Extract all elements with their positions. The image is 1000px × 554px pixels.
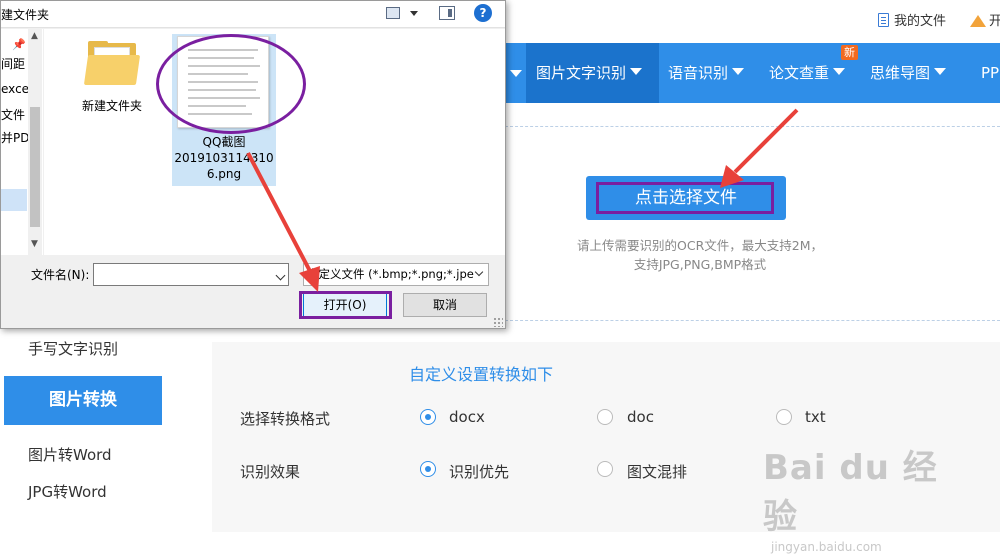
- scrollbar-thumb[interactable]: [30, 107, 40, 227]
- settings-title: 自定义设置转换如下: [408, 365, 553, 384]
- file-type-filter[interactable]: 自定义文件 (*.bmp;*.png;*.jpe: [303, 263, 489, 286]
- sidebar-item-jpg-to-word[interactable]: JPG转Word: [28, 481, 107, 502]
- my-docs-link[interactable]: 我的文件: [878, 10, 946, 29]
- nav-selection-highlight: [1, 189, 27, 211]
- dialog-toolbar: 建文件夹 ?: [1, 1, 505, 28]
- sidebar-item-handwriting[interactable]: 手写文字识别: [28, 338, 118, 359]
- watermark-url: jingyan.baidu.com: [771, 540, 882, 554]
- folder-icon: [83, 41, 141, 85]
- file-item-name: QQ截图 2019103114310 6.png: [172, 134, 276, 182]
- file-name-line: 6.png: [206, 167, 242, 181]
- effect-radio-mixed[interactable]: [597, 461, 613, 477]
- annotation-rectangle: [299, 291, 392, 319]
- format-option-doc[interactable]: doc: [627, 408, 654, 426]
- format-radio-docx[interactable]: [420, 409, 436, 425]
- upload-area: [505, 126, 1000, 321]
- file-name-line: 2019103114310: [174, 151, 274, 165]
- chevron-down-icon[interactable]: [410, 11, 418, 16]
- caret-down-icon: [934, 68, 947, 75]
- new-badge: 新: [841, 45, 858, 60]
- format-option-txt[interactable]: txt: [805, 408, 826, 426]
- effect-option-mixed[interactable]: 图文混排: [627, 461, 687, 482]
- annotation-rectangle: [596, 182, 774, 214]
- nav-item-plagiarism[interactable]: 论文查重: [769, 43, 846, 103]
- format-radio-txt[interactable]: [776, 409, 792, 425]
- caret-down-icon: [732, 68, 745, 75]
- nav-item[interactable]: 文件: [1, 106, 25, 123]
- pin-icon: 📌: [12, 38, 26, 51]
- annotation-circle: [156, 34, 306, 134]
- format-label: 选择转换格式: [240, 410, 331, 428]
- upload-hint-line: 支持JPG,PNG,BMP格式: [633, 257, 767, 272]
- format-radio-doc[interactable]: [597, 409, 613, 425]
- vip-label: 开: [989, 14, 1000, 29]
- vip-link[interactable]: 开: [970, 10, 1000, 29]
- nav-item[interactable]: 间距: [1, 55, 25, 72]
- resize-grip-icon[interactable]: [493, 317, 503, 327]
- caret-down-icon: [630, 68, 643, 75]
- my-docs-label: 我的文件: [894, 14, 947, 29]
- help-icon[interactable]: ?: [474, 4, 492, 22]
- nav-item-label: 语音识别: [668, 64, 729, 82]
- preview-pane-icon[interactable]: [439, 6, 455, 20]
- crown-icon: [970, 15, 986, 27]
- upload-hint-line: 请上传需要识别的OCR文件，最大支持2M，: [577, 238, 823, 253]
- file-item-name: 新建文件夹: [81, 99, 142, 113]
- nav-item-label: 图片文字识别: [536, 64, 627, 82]
- effect-label: 识别效果: [240, 463, 301, 481]
- format-option-docx[interactable]: docx: [449, 408, 485, 426]
- cancel-button[interactable]: 取消: [403, 293, 487, 317]
- new-folder-button[interactable]: 建文件夹: [1, 6, 49, 23]
- effect-option-ocr-first[interactable]: 识别优先: [449, 461, 509, 482]
- nav-item-label: 思维导图: [870, 64, 931, 82]
- document-icon: [878, 13, 889, 27]
- caret-down-icon: [833, 68, 846, 75]
- nav-item-label: PP: [981, 64, 1000, 82]
- effect-radio-ocr-first[interactable]: [420, 461, 436, 477]
- nav-item-ppt[interactable]: PP: [981, 43, 999, 103]
- nav-item[interactable]: 并PD: [1, 129, 29, 146]
- file-open-dialog: 建文件夹 ? 📌 间距 excel 文件 并PD ▲ ▼ 新建文件夹 QQ截图 …: [0, 0, 506, 329]
- sidebar-section-image-convert[interactable]: 图片转换: [4, 376, 162, 425]
- caret-down-icon[interactable]: [510, 70, 522, 77]
- baidu-jingyan-watermark: Bai du 经验 jingyan.baidu.com: [763, 440, 963, 554]
- chevron-up-icon[interactable]: ▲: [31, 31, 38, 41]
- file-item-folder[interactable]: 新建文件夹: [73, 41, 151, 114]
- nav-item-label: 论文查重: [769, 64, 830, 82]
- view-mode-icon[interactable]: [386, 7, 400, 19]
- nav-item-image-ocr[interactable]: 图片文字识别: [526, 43, 659, 103]
- nav-scrollbar[interactable]: ▲ ▼: [28, 29, 42, 255]
- file-name-line: QQ截图: [202, 135, 246, 149]
- watermark-logo: Bai du 经验: [763, 448, 938, 537]
- nav-item-speech[interactable]: 语音识别: [668, 43, 745, 103]
- chevron-down-icon[interactable]: ▼: [31, 239, 38, 249]
- filename-label: 文件名(N):: [31, 268, 90, 282]
- nav-item-mindmap[interactable]: 思维导图: [870, 43, 947, 103]
- sidebar-item-image-to-word[interactable]: 图片转Word: [28, 444, 112, 465]
- upload-hint: 请上传需要识别的OCR文件，最大支持2M， 支持JPG,PNG,BMP格式: [510, 236, 890, 274]
- filename-input[interactable]: [93, 263, 289, 286]
